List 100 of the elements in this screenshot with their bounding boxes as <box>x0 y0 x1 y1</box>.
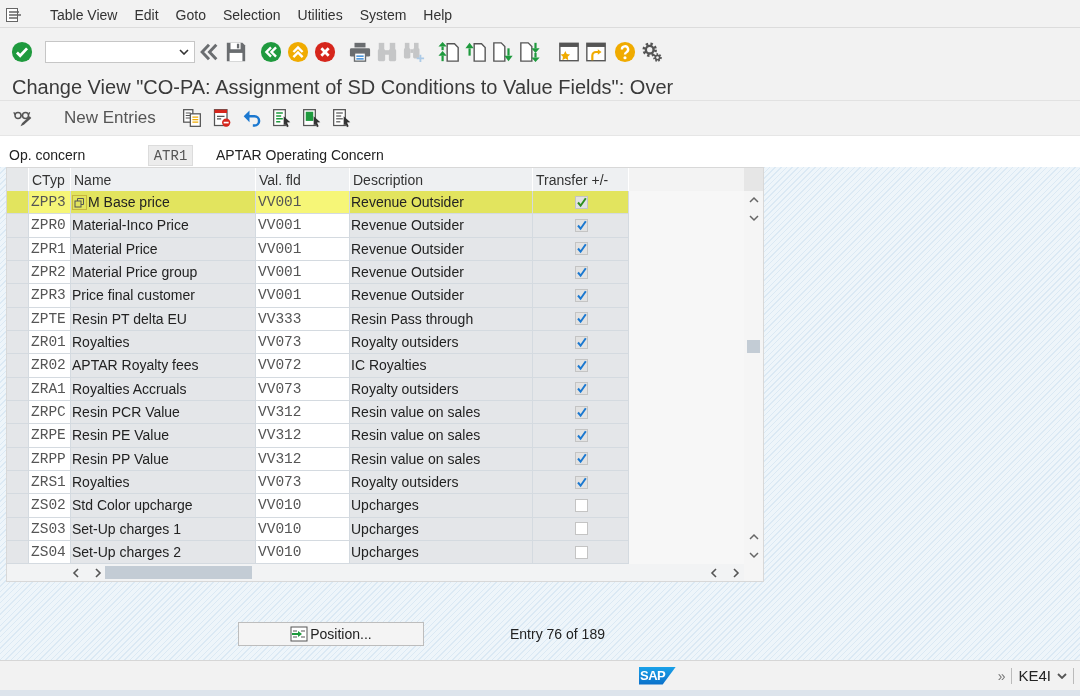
checkbox[interactable] <box>574 405 588 419</box>
cell-text: Resin PCR Value <box>72 404 180 421</box>
checkbox[interactable] <box>574 452 588 466</box>
checkbox[interactable] <box>574 219 588 232</box>
table-cell: ZPTE <box>29 307 71 330</box>
table-cell: Revenue Outsider <box>350 237 533 260</box>
cell-text: APTAR Royalty fees <box>72 357 199 374</box>
table-cell: VV001 <box>256 261 350 284</box>
menu-item[interactable]: System <box>359 6 407 23</box>
position-button[interactable]: Position... <box>238 622 424 647</box>
checkbox[interactable] <box>574 358 588 372</box>
settings-icon <box>640 40 663 63</box>
page-double-arrow-down-icon <box>518 40 541 63</box>
table-cell: Upcharges <box>350 540 533 564</box>
cell-text: Std Color upcharge <box>72 497 193 514</box>
cell-text: Material Price <box>72 240 158 257</box>
cell-text: Set-Up charges 1 <box>72 520 181 537</box>
field-label: Op. concern <box>9 146 87 165</box>
chevron-up-icon[interactable] <box>748 196 759 204</box>
column-header[interactable]: CTyp <box>29 168 71 191</box>
table-cell: Revenue Outsider <box>350 191 533 214</box>
menu-item[interactable]: Table View <box>50 6 118 23</box>
header-corner-cell[interactable] <box>7 168 29 191</box>
menu-icon[interactable] <box>6 7 22 22</box>
cell-text: Resin PE Value <box>72 427 169 444</box>
table-cell: Resin Pass through <box>350 307 533 330</box>
chevron-left-icon[interactable] <box>710 567 718 578</box>
chevron-left-icon[interactable] <box>72 567 80 578</box>
table-cell: VV010 <box>256 494 350 517</box>
table-cell: VV333 <box>256 307 350 330</box>
cell-text: Material-Inco Price <box>72 217 189 234</box>
column-header[interactable]: Transfer +/- <box>533 168 629 191</box>
page-lines-cursor-icon <box>331 108 352 128</box>
column-header[interactable]: Val. fld <box>256 168 350 191</box>
checkbox[interactable] <box>574 382 588 396</box>
cell-text: Set-Up charges 2 <box>72 544 181 561</box>
table-cell: Revenue Outsider <box>350 284 533 307</box>
overlapping-squares-icon[interactable] <box>72 194 87 210</box>
scrollbar-thumb[interactable] <box>105 566 252 580</box>
transaction-code[interactable]: KE4I <box>1018 667 1051 684</box>
table-cell: ZS02 <box>29 494 71 517</box>
double-chevron-up-icon <box>286 40 309 63</box>
arrow-into-list-icon <box>290 626 309 643</box>
caret-down-icon[interactable] <box>179 48 189 55</box>
checkbox[interactable] <box>574 545 588 559</box>
cell-text: M Base price <box>88 194 170 211</box>
table-cell: VV010 <box>256 517 350 540</box>
cell-text: Price final customer <box>72 287 195 304</box>
menu-item[interactable]: Selection <box>222 6 281 23</box>
undo-arrow-icon <box>241 108 262 128</box>
menu-item[interactable]: Help <box>423 6 453 23</box>
table-cell: VV073 <box>256 470 350 494</box>
table-cell: IC Royalties <box>350 354 533 377</box>
op-concern-field: ATR1 <box>148 145 193 166</box>
field-description: APTAR Operating Concern <box>216 146 384 165</box>
cell-text: Royalties <box>72 334 130 351</box>
table-cell: VV010 <box>256 540 350 564</box>
cell-text: Material Price group <box>72 264 198 281</box>
chevron-up-icon[interactable] <box>748 533 759 542</box>
table-cell: ZS03 <box>29 517 71 540</box>
chevron-right-icon[interactable] <box>94 567 102 578</box>
new-entries-button[interactable]: New Entries <box>59 105 161 131</box>
checkbox[interactable] <box>574 522 588 536</box>
table-cell: ZRS1 <box>29 470 71 494</box>
screen-title: Change View "CO-PA: Assignment of SD Conditions to Value Fields": Over <box>11 75 675 100</box>
chevron-right-icon[interactable] <box>732 567 740 578</box>
copy-pages-icon <box>181 108 202 128</box>
checkbox[interactable] <box>574 195 588 209</box>
table-cell: ZS04 <box>29 540 71 564</box>
scrollbar-thumb[interactable] <box>747 340 760 353</box>
checkbox[interactable] <box>574 242 588 256</box>
checkbox[interactable] <box>574 428 588 442</box>
checkbox[interactable] <box>574 265 588 279</box>
table-cell: ZPR2 <box>29 261 71 284</box>
table-cell: VV001 <box>256 237 350 260</box>
command-field[interactable] <box>45 40 195 63</box>
table-cell: ZR02 <box>29 354 71 377</box>
binoculars-plus-icon <box>402 40 425 63</box>
chevron-down-icon[interactable] <box>748 214 759 222</box>
checkbox[interactable] <box>574 288 588 302</box>
cell-text: Royalties Accruals <box>72 380 187 397</box>
checkbox[interactable] <box>574 498 588 512</box>
menu-item[interactable]: Goto <box>175 6 206 23</box>
check-icon <box>10 40 33 63</box>
table-cell: Revenue Outsider <box>350 214 533 237</box>
menu-item[interactable]: Utilities <box>297 6 343 23</box>
entry-counter: Entry 76 of 189 <box>510 626 605 643</box>
column-header[interactable]: Name <box>71 168 256 191</box>
checkbox[interactable] <box>574 475 588 489</box>
table-cell: ZPR3 <box>29 284 71 307</box>
table-cell: VV001 <box>256 284 350 307</box>
checkbox[interactable] <box>574 335 588 349</box>
chevron-down-icon[interactable] <box>748 551 759 560</box>
caret-down-icon[interactable] <box>1057 672 1067 679</box>
menu-item[interactable]: Edit <box>134 6 159 23</box>
table-cell: Royalty outsiders <box>350 377 533 400</box>
sap-logo: SAP <box>639 666 676 685</box>
expand-arrows[interactable]: » <box>997 667 1006 684</box>
checkbox[interactable] <box>574 312 588 326</box>
column-header[interactable]: Description <box>350 168 533 191</box>
